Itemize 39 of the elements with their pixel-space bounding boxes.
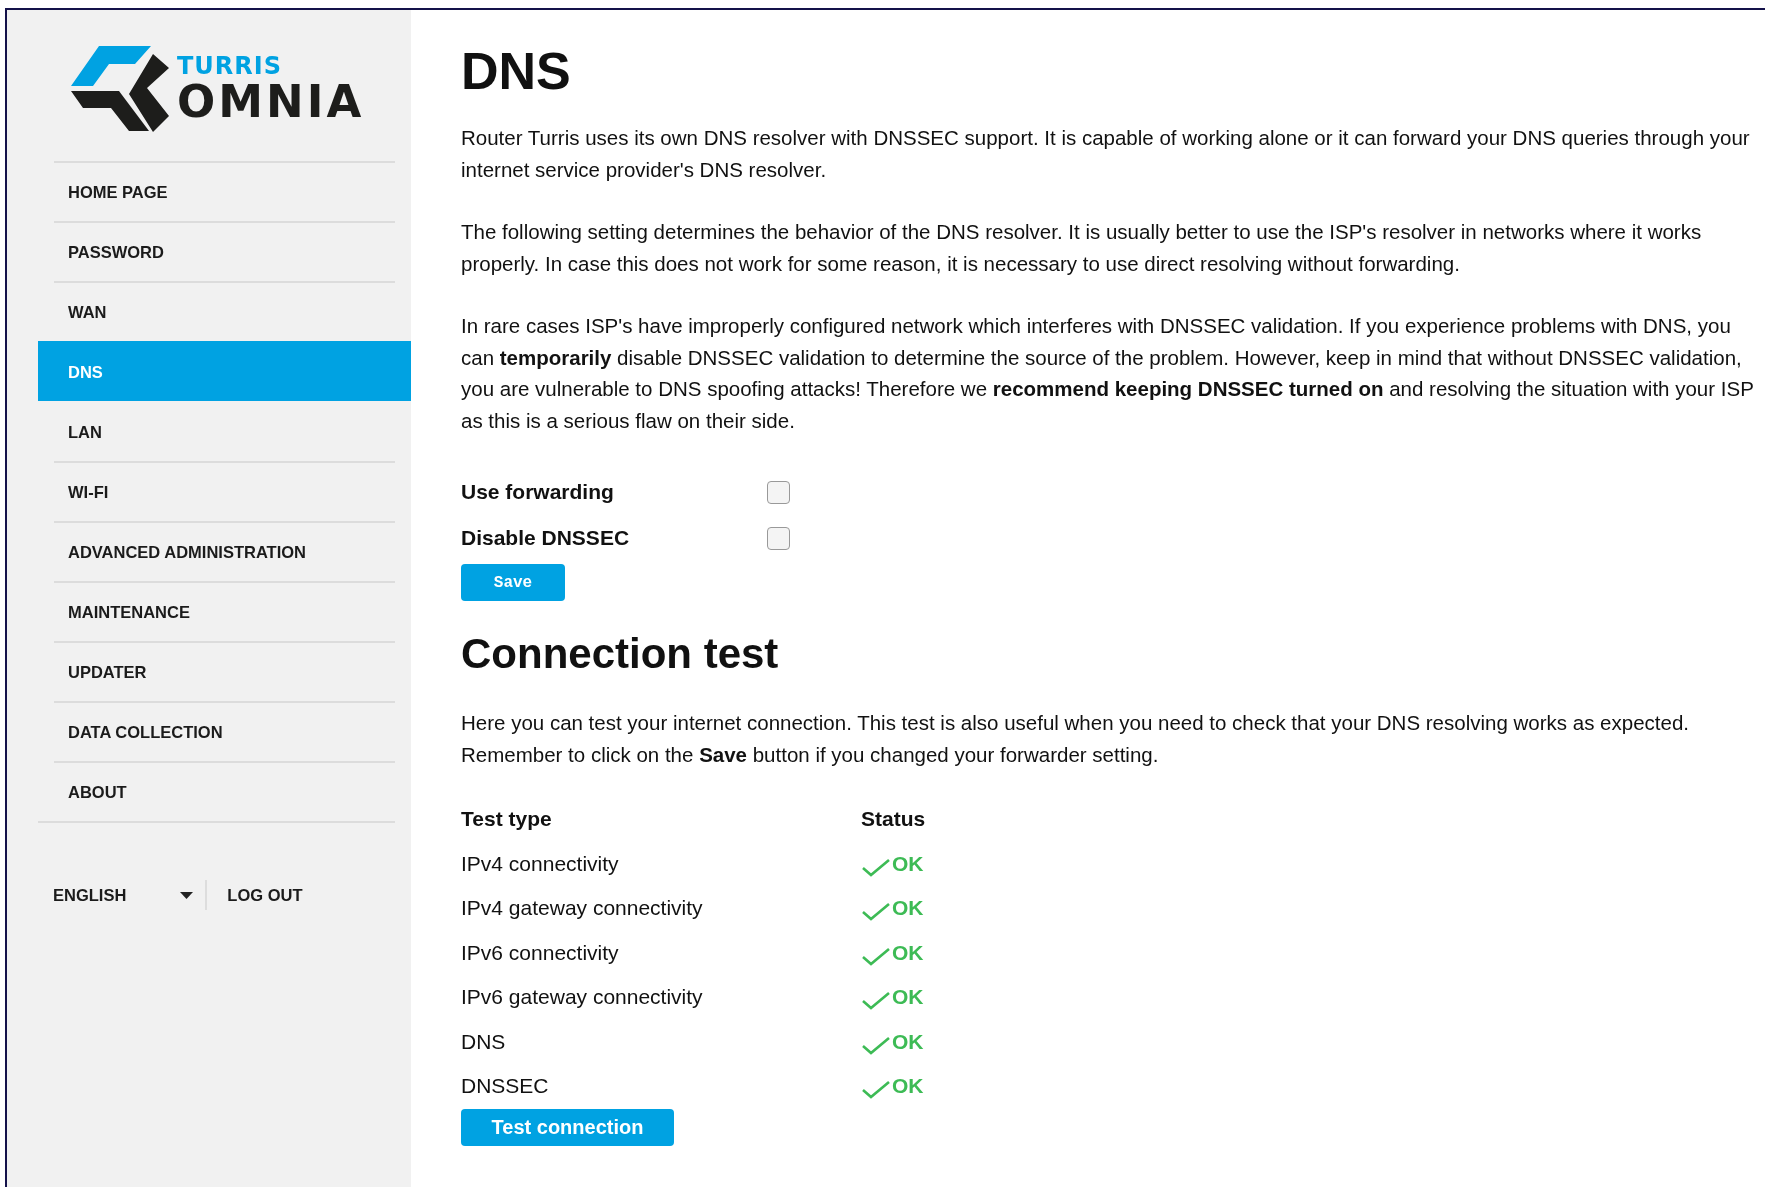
table-cell-text: IPv6 gateway connectivity [461,984,704,1010]
table-cell-text: DNS [461,1028,507,1055]
language-dropdown[interactable]: ENGLISH [53,885,194,905]
sidebar-item[interactable]: ADVANCED ADMINISTRATION [54,521,395,581]
table-cell-text: IPv4 connectivity [461,850,620,877]
sidebar-item[interactable]: WI-FI [54,461,395,521]
status-text: OK [892,940,924,965]
logo-subtitle: TURRIS [177,54,284,78]
page-title: DNS [461,41,572,102]
status-text: OK [892,1074,924,1098]
paragraph: The following setting determines the behavior of the DNS resolver. It is usually better to use the ISP's resolver in networks where it works properly. In case this does not work for some reason, it is necessary to use direct resolving without forwarding. [461,219,1703,277]
status-text: OK [892,896,924,920]
sidebar-item[interactable]: MAINTENANCE [54,581,395,641]
table-cell-text: IPv6 connectivity [461,939,620,966]
option-label: Use forwarding [461,480,615,504]
column-header: Test type [461,806,553,832]
table-cell-text: IPv4 gateway connectivity [461,895,704,921]
status-text: OK [892,985,924,1009]
paragraph: In rare cases ISP's have improperly configured network which interferes with DNSSEC validation. If you experience problems with DNS, you can temporarily disable DNSSEC validation to determine the source of the problem. However, keep in mind that without DNSSEC validation, you are vulnerable to DNS spoofing attacks! Therefore we recommend keeping DNSSEC turned on and resolving the situation with your ISP as this is a serious flaw on their side. [461,313,1755,434]
sidebar-item[interactable]: HOME PAGE [54,161,395,221]
section-title: Connection test [461,629,780,679]
sidebar-item[interactable]: ABOUT [54,761,395,821]
logo-title: OMNIA [177,78,365,126]
sidebar-item[interactable]: UPDATER [54,641,395,701]
checkbox[interactable] [767,480,790,504]
status-text: OK [892,851,924,876]
paragraph: Router Turris uses its own DNS resolver with DNSSEC support. It is capable of working alone or it can forward your DNS queries through your internet service provider's DNS resolver. [461,125,1751,183]
sidebar-item[interactable]: PASSWORD [54,221,395,281]
logout-link[interactable]: LOG OUT [227,885,303,905]
paragraph: Here you can test your internet connection. This test is also useful when you need to check that your DNS resolving works as expected. Remember to click on the Save button if you changed your forwarder setting. [461,710,1690,768]
logo-icon [71,46,171,134]
column-header: Status [861,806,927,832]
sidebar-item[interactable]: DATA COLLECTION [54,701,395,761]
option-label: Disable DNSSEC [461,526,631,550]
status-text: OK [892,1029,924,1054]
table-cell-text: DNSSEC [461,1073,550,1099]
checkbox[interactable] [767,526,790,550]
caret-icon [180,891,194,899]
sidebar-item[interactable]: LAN [54,401,395,461]
